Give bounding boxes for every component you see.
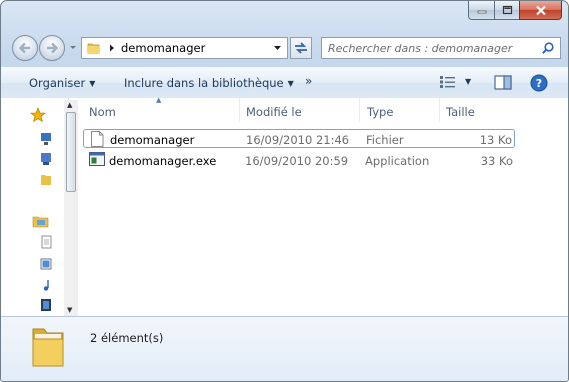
pictures-icon[interactable] [40, 257, 52, 271]
svg-text:?: ? [536, 77, 542, 90]
address-dropdown-icon[interactable] [273, 44, 282, 52]
breadcrumb-separator-icon[interactable] [107, 43, 117, 53]
column-divider[interactable] [359, 98, 360, 122]
file-row[interactable]: demomanager.exe 16/09/2010 20:59 Applica… [83, 151, 515, 170]
file-size: 13 Ko [479, 133, 512, 147]
preview-pane-icon[interactable] [494, 75, 512, 90]
scrollbar-thumb[interactable] [66, 112, 76, 192]
back-button[interactable] [12, 35, 38, 61]
scroll-down-icon[interactable]: ▼ [67, 306, 72, 314]
more-commands-button[interactable]: » [305, 74, 312, 88]
music-icon[interactable] [40, 278, 52, 292]
videos-icon[interactable] [40, 298, 52, 312]
sort-ascending-icon: ▲ [156, 96, 162, 104]
help-icon[interactable]: ? [530, 74, 548, 92]
maximize-button[interactable] [494, 1, 519, 20]
application-icon [89, 152, 105, 166]
include-in-library-button[interactable]: Inclure dans la bibliothèque ▼ [124, 76, 294, 90]
column-type-label: Type [367, 105, 394, 119]
file-row[interactable]: demomanager 16/09/2010 21:46 Fichier 13 … [83, 129, 515, 148]
file-modified: 16/09/2010 20:59 [245, 154, 349, 168]
column-divider[interactable] [239, 98, 240, 122]
organise-button[interactable]: Organiser ▼ [29, 76, 95, 90]
desktop-icon[interactable] [40, 132, 52, 146]
recent-pages-dropdown[interactable] [69, 41, 77, 53]
column-divider[interactable] [439, 98, 440, 122]
maximize-icon [502, 5, 512, 15]
search-icon[interactable] [541, 41, 555, 55]
file-size: 33 Ko [480, 154, 513, 168]
view-dropdown-icon[interactable]: ▼ [465, 77, 471, 86]
close-button[interactable] [519, 1, 562, 20]
refresh-icon [295, 42, 307, 54]
explorer-window: demomanager Rechercher dans : demomanage… [0, 0, 569, 382]
favorites-star-icon[interactable] [30, 107, 46, 123]
item-count: 2 élément(s) [90, 331, 164, 345]
forward-arrow-icon [47, 42, 59, 54]
chevron-down-icon: ▼ [89, 79, 96, 88]
libraries-icon[interactable] [32, 214, 50, 228]
downloads-icon[interactable] [40, 152, 52, 166]
file-type: Fichier [366, 133, 404, 147]
view-icon[interactable] [439, 75, 457, 89]
blank-file-icon [91, 131, 104, 147]
file-modified: 16/09/2010 21:46 [246, 133, 350, 147]
details-pane: 2 élément(s) [1, 316, 568, 381]
scroll-up-icon[interactable]: ▲ [67, 101, 72, 109]
refresh-button[interactable] [290, 37, 312, 59]
breadcrumb-folder[interactable]: demomanager [121, 41, 205, 55]
organise-label: Organiser [29, 76, 86, 90]
documents-icon[interactable] [40, 235, 52, 249]
navigation-pane: ▲ ▼ [13, 98, 78, 316]
column-size-label: Taille [446, 105, 475, 119]
command-bar: Organiser ▼ Inclure dans la bibliothèque ▼… [1, 67, 568, 99]
file-type: Application [365, 154, 430, 168]
search-box[interactable]: Rechercher dans : demomanager [321, 37, 561, 59]
close-icon [535, 5, 546, 15]
chevron-down-icon: ▼ [287, 79, 294, 88]
file-name: demomanager [110, 133, 195, 147]
main-area: ▲ ▼ Nom ▲ Modifié le Type Taille demoman… [1, 96, 568, 316]
address-bar[interactable]: demomanager [81, 37, 288, 59]
column-modified-label: Modifié le [246, 105, 302, 119]
caption-buttons [468, 1, 562, 20]
folder-icon [87, 43, 100, 54]
back-arrow-icon [18, 42, 30, 54]
navigation-scrollbar[interactable]: ▲ ▼ [64, 100, 78, 316]
forward-button[interactable] [39, 35, 65, 61]
column-name-label: Nom [89, 105, 116, 119]
folder-icon [32, 328, 64, 367]
minimize-button[interactable] [468, 1, 494, 20]
include-label: Inclure dans la bibliothèque [124, 76, 284, 90]
search-input[interactable]: Rechercher dans : demomanager [328, 42, 512, 55]
file-name: demomanager.exe [109, 154, 217, 168]
recent-places-icon[interactable] [40, 172, 52, 186]
minimize-icon [477, 10, 486, 14]
